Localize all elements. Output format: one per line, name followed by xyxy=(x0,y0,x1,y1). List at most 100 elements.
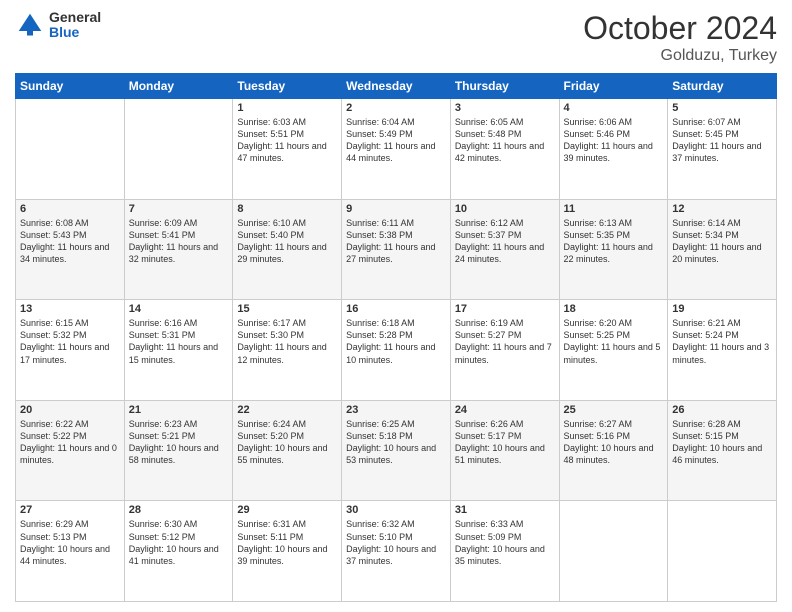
calendar-cell: 16Sunrise: 6:18 AM Sunset: 5:28 PM Dayli… xyxy=(342,300,451,401)
calendar-cell: 24Sunrise: 6:26 AM Sunset: 5:17 PM Dayli… xyxy=(450,400,559,501)
day-info: Sunrise: 6:22 AM Sunset: 5:22 PM Dayligh… xyxy=(20,418,120,467)
calendar-cell: 27Sunrise: 6:29 AM Sunset: 5:13 PM Dayli… xyxy=(16,501,125,602)
day-info: Sunrise: 6:31 AM Sunset: 5:11 PM Dayligh… xyxy=(237,518,337,567)
day-info: Sunrise: 6:06 AM Sunset: 5:46 PM Dayligh… xyxy=(564,116,664,165)
week-row-5: 27Sunrise: 6:29 AM Sunset: 5:13 PM Dayli… xyxy=(16,501,777,602)
calendar-cell: 15Sunrise: 6:17 AM Sunset: 5:30 PM Dayli… xyxy=(233,300,342,401)
day-info: Sunrise: 6:03 AM Sunset: 5:51 PM Dayligh… xyxy=(237,116,337,165)
day-number: 20 xyxy=(20,404,120,416)
day-info: Sunrise: 6:04 AM Sunset: 5:49 PM Dayligh… xyxy=(346,116,446,165)
calendar-cell: 10 Sunrise: 6:12 AM Sunset: 5:37 PM Dayli… xyxy=(450,199,559,300)
day-info: Sunrise: 6:23 AM Sunset: 5:21 PM Dayligh… xyxy=(129,418,229,467)
weekday-header-tuesday: Tuesday xyxy=(233,74,342,99)
day-info: Sunrise: 6:08 AM Sunset: 5:43 PM Dayligh… xyxy=(20,217,120,266)
day-info: Sunrise: 6:05 AM Sunset: 5:48 PM Dayligh… xyxy=(455,116,555,165)
week-row-2: 6 Sunrise: 6:08 AM Sunset: 5:43 PM Daylig… xyxy=(16,199,777,300)
weekday-header-thursday: Thursday xyxy=(450,74,559,99)
day-number: 23 xyxy=(346,404,446,416)
day-info: Sunrise: 6:15 AM Sunset: 5:32 PM Dayligh… xyxy=(20,317,120,366)
day-number: 25 xyxy=(564,404,664,416)
day-number: 10 xyxy=(455,203,555,215)
day-info: Sunrise: 6:19 AM Sunset: 5:27 PM Dayligh… xyxy=(455,317,555,366)
calendar-cell: 3 Sunrise: 6:05 AM Sunset: 5:48 PM Daylig… xyxy=(450,99,559,200)
day-info: Sunrise: 6:24 AM Sunset: 5:20 PM Dayligh… xyxy=(237,418,337,467)
calendar-cell: 28Sunrise: 6:30 AM Sunset: 5:12 PM Dayli… xyxy=(124,501,233,602)
day-info: Sunrise: 6:21 AM Sunset: 5:24 PM Dayligh… xyxy=(672,317,772,366)
day-info: Sunrise: 6:09 AM Sunset: 5:41 PM Dayligh… xyxy=(129,217,229,266)
day-number: 2 xyxy=(346,102,446,114)
calendar-cell: 14Sunrise: 6:16 AM Sunset: 5:31 PM Dayli… xyxy=(124,300,233,401)
calendar-cell: 29Sunrise: 6:31 AM Sunset: 5:11 PM Dayli… xyxy=(233,501,342,602)
weekday-header-sunday: Sunday xyxy=(16,74,125,99)
calendar-table: SundayMondayTuesdayWednesdayThursdayFrid… xyxy=(15,73,777,602)
day-info: Sunrise: 6:14 AM Sunset: 5:34 PM Dayligh… xyxy=(672,217,772,266)
day-info: Sunrise: 6:07 AM Sunset: 5:45 PM Dayligh… xyxy=(672,116,772,165)
day-info: Sunrise: 6:32 AM Sunset: 5:10 PM Dayligh… xyxy=(346,518,446,567)
calendar-cell: 6 Sunrise: 6:08 AM Sunset: 5:43 PM Daylig… xyxy=(16,199,125,300)
day-info: Sunrise: 6:33 AM Sunset: 5:09 PM Dayligh… xyxy=(455,518,555,567)
month-title: October 2024 xyxy=(583,10,777,47)
calendar-cell: 8 Sunrise: 6:10 AM Sunset: 5:40 PM Daylig… xyxy=(233,199,342,300)
day-info: Sunrise: 6:25 AM Sunset: 5:18 PM Dayligh… xyxy=(346,418,446,467)
calendar-cell: 26Sunrise: 6:28 AM Sunset: 5:15 PM Dayli… xyxy=(668,400,777,501)
day-number: 27 xyxy=(20,504,120,516)
calendar-cell xyxy=(124,99,233,200)
logo-icon xyxy=(15,10,45,40)
day-info: Sunrise: 6:12 AM Sunset: 5:37 PM Dayligh… xyxy=(455,217,555,266)
day-info: Sunrise: 6:10 AM Sunset: 5:40 PM Dayligh… xyxy=(237,217,337,266)
day-number: 14 xyxy=(129,303,229,315)
weekday-header-saturday: Saturday xyxy=(668,74,777,99)
weekday-header-wednesday: Wednesday xyxy=(342,74,451,99)
logo-text: General Blue xyxy=(49,10,101,41)
day-info: Sunrise: 6:20 AM Sunset: 5:25 PM Dayligh… xyxy=(564,317,664,366)
logo-general-text: General xyxy=(49,10,101,25)
day-number: 24 xyxy=(455,404,555,416)
calendar-cell: 12Sunrise: 6:14 AM Sunset: 5:34 PM Dayli… xyxy=(668,199,777,300)
day-number: 4 xyxy=(564,102,664,114)
day-number: 9 xyxy=(346,203,446,215)
calendar-cell: 30 Sunrise: 6:32 AM Sunset: 5:10 PM Dayli… xyxy=(342,501,451,602)
day-number: 21 xyxy=(129,404,229,416)
weekday-header-row: SundayMondayTuesdayWednesdayThursdayFrid… xyxy=(16,74,777,99)
day-number: 22 xyxy=(237,404,337,416)
calendar-cell: 17 Sunrise: 6:19 AM Sunset: 5:27 PM Dayli… xyxy=(450,300,559,401)
day-number: 15 xyxy=(237,303,337,315)
logo-blue-text: Blue xyxy=(49,25,101,40)
calendar-cell: 9 Sunrise: 6:11 AM Sunset: 5:38 PM Daylig… xyxy=(342,199,451,300)
calendar-cell: 22 Sunrise: 6:24 AM Sunset: 5:20 PM Dayli… xyxy=(233,400,342,501)
calendar-cell: 4 Sunrise: 6:06 AM Sunset: 5:46 PM Daylig… xyxy=(559,99,668,200)
day-number: 31 xyxy=(455,504,555,516)
day-info: Sunrise: 6:11 AM Sunset: 5:38 PM Dayligh… xyxy=(346,217,446,266)
week-row-3: 13 Sunrise: 6:15 AM Sunset: 5:32 PM Dayli… xyxy=(16,300,777,401)
day-info: Sunrise: 6:28 AM Sunset: 5:15 PM Dayligh… xyxy=(672,418,772,467)
calendar-cell: 23 Sunrise: 6:25 AM Sunset: 5:18 PM Dayli… xyxy=(342,400,451,501)
day-number: 1 xyxy=(237,102,337,114)
day-number: 18 xyxy=(564,303,664,315)
week-row-4: 20 Sunrise: 6:22 AM Sunset: 5:22 PM Dayli… xyxy=(16,400,777,501)
calendar-cell: 25 Sunrise: 6:27 AM Sunset: 5:16 PM Dayli… xyxy=(559,400,668,501)
day-number: 5 xyxy=(672,102,772,114)
day-number: 30 xyxy=(346,504,446,516)
weekday-header-monday: Monday xyxy=(124,74,233,99)
calendar-cell: 18 Sunrise: 6:20 AM Sunset: 5:25 PM Dayli… xyxy=(559,300,668,401)
day-number: 3 xyxy=(455,102,555,114)
calendar-cell: 20 Sunrise: 6:22 AM Sunset: 5:22 PM Dayli… xyxy=(16,400,125,501)
day-number: 13 xyxy=(20,303,120,315)
calendar-cell: 13 Sunrise: 6:15 AM Sunset: 5:32 PM Dayli… xyxy=(16,300,125,401)
day-number: 28 xyxy=(129,504,229,516)
calendar-cell: 21 Sunrise: 6:23 AM Sunset: 5:21 PM Dayli… xyxy=(124,400,233,501)
calendar-cell: 5 Sunrise: 6:07 AM Sunset: 5:45 PM Daylig… xyxy=(668,99,777,200)
calendar-cell: 11 Sunrise: 6:13 AM Sunset: 5:35 PM Dayli… xyxy=(559,199,668,300)
day-number: 6 xyxy=(20,203,120,215)
day-number: 19 xyxy=(672,303,772,315)
week-row-1: 1 Sunrise: 6:03 AM Sunset: 5:51 PM Daylig… xyxy=(16,99,777,200)
location-title: Golduzu, Turkey xyxy=(583,47,777,65)
day-number: 11 xyxy=(564,203,664,215)
calendar-cell: 2 Sunrise: 6:04 AM Sunset: 5:49 PM Daylig… xyxy=(342,99,451,200)
day-number: 8 xyxy=(237,203,337,215)
day-number: 17 xyxy=(455,303,555,315)
day-number: 7 xyxy=(129,203,229,215)
header: General Blue October 2024 Golduzu, Turke… xyxy=(15,10,777,65)
day-info: Sunrise: 6:13 AM Sunset: 5:35 PM Dayligh… xyxy=(564,217,664,266)
day-info: Sunrise: 6:27 AM Sunset: 5:16 PM Dayligh… xyxy=(564,418,664,467)
